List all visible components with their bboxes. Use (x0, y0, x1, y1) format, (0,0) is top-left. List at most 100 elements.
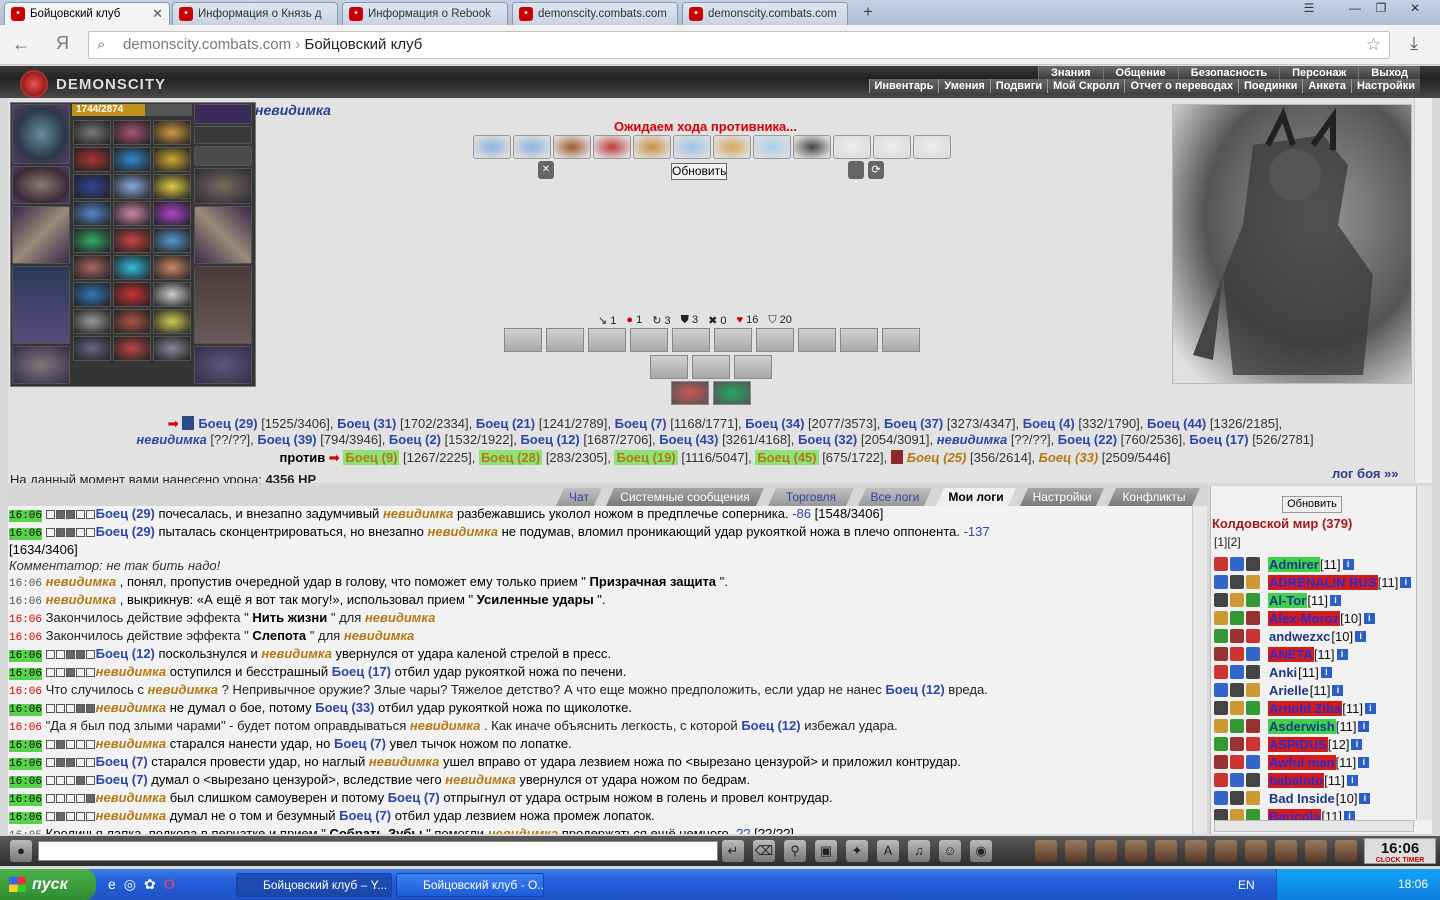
menu-character[interactable]: Персонаж (1279, 66, 1359, 80)
attack-skill-button[interactable] (840, 328, 878, 352)
attack-skill-button[interactable] (504, 328, 542, 352)
fighter-name[interactable]: Боец (37) (884, 416, 943, 431)
action-shortcut-icon[interactable] (1095, 840, 1117, 862)
fighter-name[interactable]: Боец (2) (389, 432, 441, 447)
fighter-name[interactable]: Боец (39) (257, 432, 316, 447)
fighter-link[interactable]: невидимка (96, 790, 166, 805)
attack-skill-button[interactable] (650, 355, 688, 379)
spell-scroll-button[interactable] (553, 135, 591, 159)
belt-item-slot[interactable] (153, 228, 191, 253)
user-name[interactable]: Arielle (1268, 683, 1310, 698)
boots-slot[interactable] (194, 346, 252, 384)
rank-icon[interactable] (1246, 737, 1260, 751)
align-icon[interactable] (1214, 791, 1228, 805)
spell-scroll-button[interactable] (873, 135, 911, 159)
browser-tab-4[interactable]: • demonscity.combats.com (512, 2, 678, 25)
start-button[interactable]: пуск (0, 869, 96, 900)
rank-icon[interactable] (1246, 719, 1260, 733)
align-icon[interactable] (1214, 647, 1228, 661)
tab-trade[interactable]: Торговля (768, 488, 854, 506)
taskbar-yandex-window[interactable]: Бойцовский клуб – Y... (236, 873, 392, 897)
new-tab-button[interactable]: + (858, 3, 878, 22)
fighter-link[interactable]: невидимка (383, 506, 453, 521)
save-icon[interactable]: ▣ (815, 840, 837, 862)
rank-icon[interactable] (1246, 575, 1260, 589)
shield-x-icon[interactable]: ✕ (538, 161, 554, 179)
fighter-name[interactable]: Боец (28) (478, 450, 543, 465)
menu-communication[interactable]: Общение (1102, 66, 1178, 80)
user-info-icon[interactable]: i (1358, 720, 1370, 732)
belt-item-slot[interactable] (113, 201, 151, 226)
menu-feats[interactable]: Подвиги (989, 79, 1047, 93)
align-icon[interactable] (1214, 737, 1228, 751)
smile-icon[interactable]: ☺ (939, 840, 961, 862)
fighter-name[interactable]: Боец (31) (337, 416, 396, 431)
rank-icon[interactable] (1246, 791, 1260, 805)
rank-icon[interactable] (1246, 755, 1260, 769)
belt-item-slot[interactable] (73, 309, 111, 334)
user-info-icon[interactable]: i (1336, 648, 1348, 660)
spell-scroll-button[interactable] (673, 135, 711, 159)
clan-icon[interactable] (1230, 575, 1244, 589)
chat-scrollbar[interactable] (1192, 506, 1207, 834)
fighter-link[interactable]: Боец (7) (388, 790, 440, 805)
user-info-icon[interactable]: i (1363, 612, 1375, 624)
menu-duels[interactable]: Поединки (1237, 79, 1302, 93)
restore-icon[interactable]: ❐ (1368, 1, 1394, 17)
rank-icon[interactable] (1246, 629, 1260, 643)
amulet-slot[interactable] (194, 104, 252, 124)
fighter-name[interactable]: Боец (29) (198, 416, 257, 431)
user-info-icon[interactable]: i (1364, 702, 1376, 714)
spell-scroll-button[interactable] (593, 135, 631, 159)
align-icon[interactable] (1214, 683, 1228, 697)
belt-item-slot[interactable] (113, 282, 151, 307)
player-name[interactable]: невидимка (255, 102, 331, 118)
spell-scroll-button[interactable] (833, 135, 871, 159)
align-icon[interactable] (1214, 593, 1228, 607)
clan-icon[interactable] (1230, 737, 1244, 751)
translit-icon[interactable]: A (877, 840, 899, 862)
attack-skill-button[interactable] (588, 328, 626, 352)
tab-conflicts[interactable]: Конфликты (1108, 488, 1200, 506)
user-info-icon[interactable]: i (1330, 594, 1342, 606)
fighter-name[interactable]: Боец (12) (520, 432, 579, 447)
align-icon[interactable] (1214, 773, 1228, 787)
fighter-link[interactable]: Боец (12) (741, 718, 800, 733)
tab-all-logs[interactable]: Все логи (858, 488, 932, 506)
belt-item-slot[interactable] (113, 174, 151, 199)
fighter-name[interactable]: Боец (7) (615, 416, 667, 431)
mask-icon[interactable]: ◉ (970, 840, 992, 862)
clan-icon[interactable] (1230, 773, 1244, 787)
special-skill-button[interactable] (713, 381, 751, 405)
belt-item-slot[interactable] (73, 255, 111, 280)
clan-icon[interactable] (1230, 647, 1244, 661)
align-icon[interactable] (1214, 611, 1228, 625)
fighter-name[interactable]: Боец (21) (476, 416, 535, 431)
align-icon[interactable] (1214, 755, 1228, 769)
fighter-link[interactable]: Боец (17) (332, 664, 391, 679)
helmet-slot[interactable] (12, 104, 70, 164)
belt-slot[interactable] (12, 346, 70, 384)
fighter-link[interactable]: невидимка (369, 754, 439, 769)
align-icon[interactable] (1214, 701, 1228, 715)
attack-skill-button[interactable] (630, 328, 668, 352)
rank-icon[interactable] (1246, 557, 1260, 571)
belt-item-slot[interactable] (73, 147, 111, 172)
belt-item-slot[interactable] (73, 201, 111, 226)
clan-icon[interactable] (1230, 791, 1244, 805)
rank-icon[interactable] (1246, 701, 1260, 715)
battle-log-link[interactable]: лог боя »» (1332, 466, 1399, 481)
fighter-link[interactable]: невидимка (410, 718, 480, 733)
menu-transfers-report[interactable]: Отчет о переводах (1124, 79, 1238, 93)
sound-icon[interactable]: ♫ (908, 840, 930, 862)
belt-item-slot[interactable] (73, 282, 111, 307)
chat-mode-icon[interactable]: ● (10, 840, 32, 862)
fighter-link[interactable]: невидимка (96, 736, 166, 751)
rank-icon[interactable] (1246, 647, 1260, 661)
belt-item-slot[interactable] (73, 120, 111, 145)
user-name[interactable]: Asderwish (1268, 718, 1336, 734)
user-name[interactable]: andwezxc (1268, 629, 1331, 644)
fighter-name[interactable]: Боец (17) (1189, 432, 1248, 447)
align-icon[interactable] (1214, 575, 1228, 589)
user-name[interactable]: babaloto (1268, 772, 1325, 788)
